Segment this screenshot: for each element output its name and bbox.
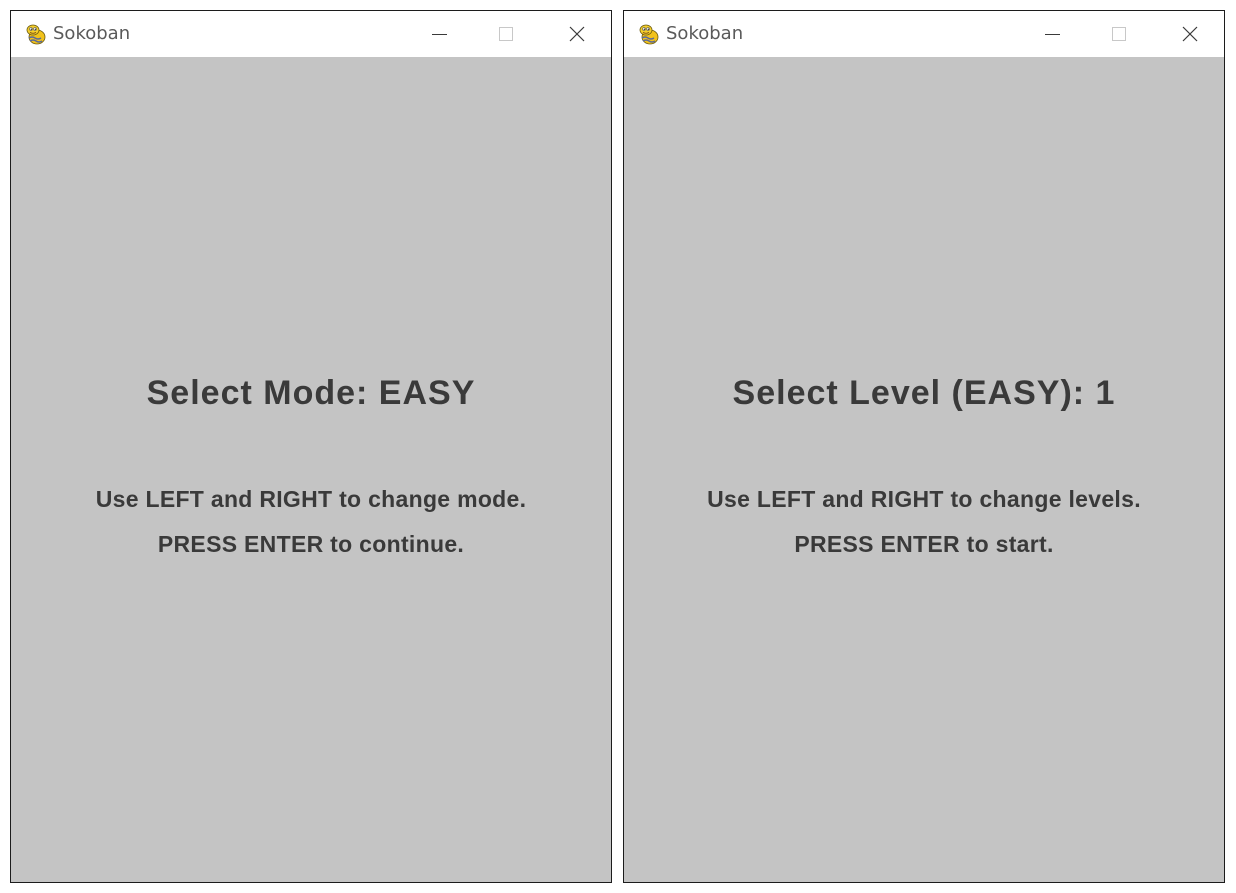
instruction-press-enter: PRESS ENTER to start. bbox=[794, 531, 1054, 557]
maximize-button[interactable] bbox=[483, 11, 529, 57]
sokoban-window-level-select[interactable]: Sokoban Select Level (EASY): 1 Use LEFT … bbox=[623, 10, 1225, 883]
close-icon bbox=[569, 26, 585, 42]
window-title: Sokoban bbox=[666, 23, 744, 44]
close-icon bbox=[1182, 26, 1198, 42]
game-canvas[interactable]: Select Mode: EASY Use LEFT and RIGHT to … bbox=[11, 57, 611, 882]
close-button[interactable] bbox=[1166, 11, 1212, 57]
maximize-icon bbox=[499, 27, 513, 41]
pygame-snake-icon[interactable] bbox=[637, 22, 661, 46]
minimize-icon bbox=[432, 34, 447, 35]
pygame-snake-icon[interactable] bbox=[24, 22, 48, 46]
instruction-press-enter: PRESS ENTER to continue. bbox=[157, 531, 465, 557]
mode-select-heading: Select Mode: EASY bbox=[146, 374, 476, 412]
instruction-change-mode: Use LEFT and RIGHT to change mode. bbox=[95, 486, 527, 512]
instruction-change-levels: Use LEFT and RIGHT to change levels. bbox=[707, 486, 1141, 512]
maximize-icon bbox=[1112, 27, 1126, 41]
sokoban-window-mode-select[interactable]: Sokoban Select Mode: EASY Use LEFT and R… bbox=[10, 10, 612, 883]
window-title: Sokoban bbox=[53, 23, 131, 44]
minimize-button[interactable] bbox=[1027, 11, 1073, 57]
minimize-icon bbox=[1045, 34, 1060, 35]
title-bar[interactable]: Sokoban bbox=[11, 11, 611, 57]
title-bar[interactable]: Sokoban bbox=[624, 11, 1224, 57]
maximize-button[interactable] bbox=[1096, 11, 1142, 57]
close-button[interactable] bbox=[553, 11, 599, 57]
minimize-button[interactable] bbox=[414, 11, 460, 57]
level-select-heading: Select Level (EASY): 1 bbox=[732, 374, 1116, 412]
game-canvas[interactable]: Select Level (EASY): 1 Use LEFT and RIGH… bbox=[624, 57, 1224, 882]
